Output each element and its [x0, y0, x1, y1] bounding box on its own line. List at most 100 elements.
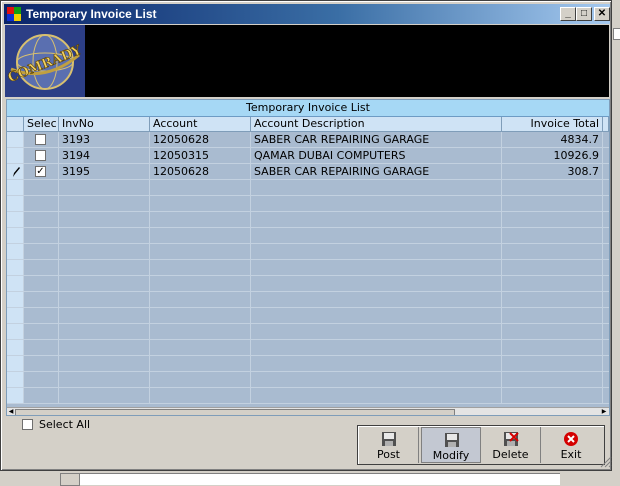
- empty-row: [7, 388, 609, 404]
- empty-row: [7, 292, 609, 308]
- exit-circle-icon: [564, 432, 578, 446]
- empty-row: [7, 244, 609, 260]
- post-button[interactable]: Post: [359, 427, 419, 463]
- select-all-box[interactable]: [22, 419, 33, 430]
- invno-cell: [59, 244, 150, 260]
- total-cell[interactable]: 308.7: [502, 164, 603, 180]
- description-cell: [251, 180, 502, 196]
- select-cell: [24, 356, 59, 372]
- minimize-button[interactable]: _: [560, 7, 576, 21]
- description-cell: [251, 308, 502, 324]
- total-cell: [502, 260, 603, 276]
- select-cell[interactable]: [24, 132, 59, 148]
- select-cell[interactable]: [24, 148, 59, 164]
- row-checkbox[interactable]: [35, 134, 46, 145]
- invno-cell: [59, 196, 150, 212]
- scrollbar-thumb[interactable]: [15, 409, 455, 415]
- column-header-description[interactable]: Account Description: [251, 117, 502, 132]
- modify-button[interactable]: Modify: [421, 427, 481, 463]
- total-cell[interactable]: 10926.9: [502, 148, 603, 164]
- empty-row: [7, 356, 609, 372]
- table-row[interactable]: 3193 12050628 SABER CAR REPAIRING GARAGE 48…: [7, 132, 609, 148]
- empty-row: [7, 212, 609, 228]
- account-cell[interactable]: 12050315: [150, 148, 251, 164]
- select-cell: [24, 388, 59, 404]
- select-cell: [24, 340, 59, 356]
- resize-grip-icon[interactable]: [600, 456, 612, 468]
- account-cell: [150, 276, 251, 292]
- description-cell: [251, 196, 502, 212]
- filler-cell: [603, 356, 609, 372]
- description-cell[interactable]: SABER CAR REPAIRING GARAGE: [251, 132, 502, 148]
- select-cell: [24, 372, 59, 388]
- invno-cell: [59, 372, 150, 388]
- empty-row: [7, 180, 609, 196]
- invno-cell[interactable]: 3194: [59, 148, 150, 164]
- description-cell[interactable]: QAMAR DUBAI COMPUTERS: [251, 148, 502, 164]
- account-cell[interactable]: 12050628: [150, 164, 251, 180]
- row-header: [7, 372, 24, 388]
- post-label: Post: [376, 448, 400, 461]
- account-cell: [150, 260, 251, 276]
- filler-cell: [603, 212, 609, 228]
- filler-cell: [603, 276, 609, 292]
- scroll-left-icon[interactable]: ◀: [7, 408, 15, 415]
- table-row[interactable]: ✓ 3195 12050628 SABER CAR REPAIRING GARAGE 3…: [7, 164, 609, 180]
- invno-cell[interactable]: 3193: [59, 132, 150, 148]
- description-cell: [251, 356, 502, 372]
- select-cell[interactable]: ✓: [24, 164, 59, 180]
- description-cell: [251, 372, 502, 388]
- row-checkbox[interactable]: [35, 150, 46, 161]
- invoice-grid[interactable]: Temporary Invoice List Selec InvNo Accou…: [6, 99, 610, 416]
- total-cell: [502, 292, 603, 308]
- row-checkbox-checked[interactable]: ✓: [35, 166, 46, 177]
- invno-cell: [59, 356, 150, 372]
- edit-pencil-icon: [13, 167, 20, 177]
- empty-row: [7, 308, 609, 324]
- row-header: [7, 276, 24, 292]
- invno-cell[interactable]: 3195: [59, 164, 150, 180]
- column-header-invno[interactable]: InvNo: [59, 117, 150, 132]
- row-header: [7, 228, 24, 244]
- select-cell: [24, 324, 59, 340]
- filler-cell: [603, 228, 609, 244]
- account-cell: [150, 228, 251, 244]
- total-cell: [502, 388, 603, 404]
- invno-cell: [59, 308, 150, 324]
- row-header: [7, 260, 24, 276]
- row-header: [7, 244, 24, 260]
- close-button[interactable]: ✕: [594, 7, 610, 21]
- row-header: [7, 164, 24, 180]
- delete-button[interactable]: Delete: [481, 427, 541, 463]
- column-header-account[interactable]: Account: [150, 117, 251, 132]
- row-header: [7, 180, 24, 196]
- invno-cell: [59, 260, 150, 276]
- floppy-disk-icon: [445, 433, 459, 447]
- grid-caption: Temporary Invoice List: [7, 100, 609, 117]
- description-cell[interactable]: SABER CAR REPAIRING GARAGE: [251, 164, 502, 180]
- column-header-total[interactable]: Invoice Total: [502, 117, 603, 132]
- select-all-label: Select All: [39, 418, 91, 431]
- invno-cell: [59, 212, 150, 228]
- column-header-select[interactable]: Selec: [24, 117, 59, 132]
- empty-row: [7, 276, 609, 292]
- horizontal-scrollbar[interactable]: ◀ ▶: [7, 407, 609, 415]
- filler-cell: [603, 340, 609, 356]
- account-cell[interactable]: 12050628: [150, 132, 251, 148]
- exit-button[interactable]: Exit: [541, 427, 601, 463]
- row-header: [7, 308, 24, 324]
- row-header: [7, 196, 24, 212]
- select-cell: [24, 228, 59, 244]
- total-cell[interactable]: 4834.7: [502, 132, 603, 148]
- maximize-button[interactable]: □: [576, 7, 592, 21]
- filler-cell: [603, 148, 609, 164]
- company-logo: COMRADY: [5, 25, 85, 97]
- description-cell: [251, 244, 502, 260]
- table-row[interactable]: 3194 12050315 QAMAR DUBAI COMPUTERS 10926.9: [7, 148, 609, 164]
- background-control-fragment: [60, 473, 80, 486]
- account-cell: [150, 356, 251, 372]
- scroll-right-icon[interactable]: ▶: [600, 408, 608, 415]
- invno-cell: [59, 228, 150, 244]
- title-bar[interactable]: Temporary Invoice List _ □ ✕: [4, 4, 610, 24]
- account-cell: [150, 180, 251, 196]
